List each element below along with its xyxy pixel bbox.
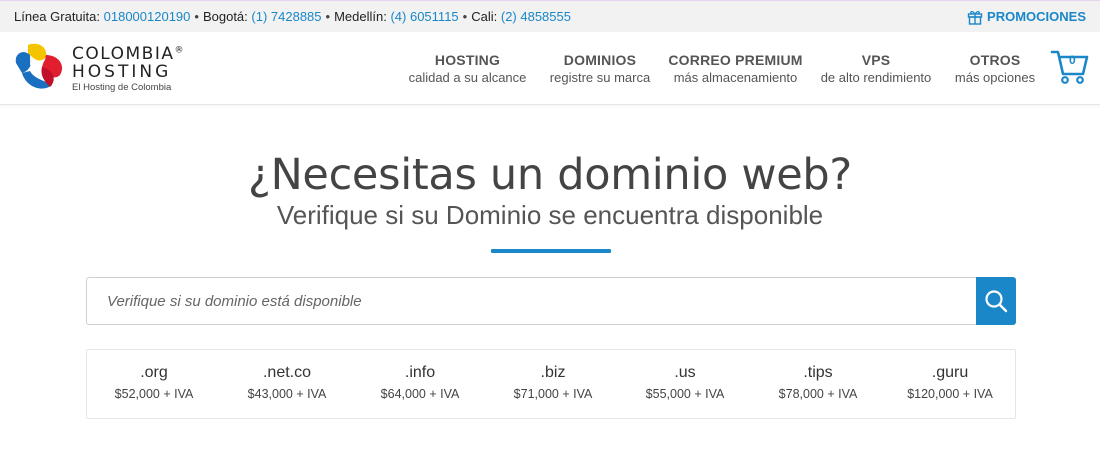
colombia-hosting-logo-icon — [15, 43, 63, 89]
tld-price: $55,000 + IVA — [645, 387, 725, 401]
page-subtitle: Verifique si su Dominio se encuentra dis… — [276, 200, 824, 230]
gift-icon — [967, 10, 983, 25]
cart-count: 0 — [1069, 53, 1076, 67]
nav-title: DOMINIOS — [563, 52, 637, 68]
nav-subtitle: de alto rendimiento — [820, 70, 932, 85]
promotions-label: PROMOCIONES — [987, 9, 1086, 24]
tld-name: .guru — [931, 364, 969, 381]
tld-name: .biz — [540, 364, 566, 381]
nav-subtitle: calidad a su alcance — [408, 70, 527, 85]
tld-name: .tips — [803, 364, 833, 381]
title-underline — [491, 249, 611, 253]
tld-name: .net.co — [262, 364, 312, 381]
page-title: ¿Necesitas un dominio web? — [248, 150, 852, 200]
separator: • — [325, 9, 331, 24]
cart-button[interactable]: 0 — [1050, 48, 1090, 86]
logo-line1: COLOMBIA — [72, 43, 175, 64]
nav-correo-premium[interactable]: CORREO PREMIUM más almacenamiento — [668, 32, 803, 105]
contact-label: Medellín: — [334, 9, 387, 24]
tld-item[interactable]: .info $64,000 + IVA — [354, 350, 486, 418]
nav-dominios[interactable]: DOMINIOS registre su marca — [545, 32, 655, 105]
search-icon — [985, 290, 1008, 313]
logo[interactable]: COLOMBIA® HOSTING El Hosting de Colombia — [12, 40, 202, 98]
tld-item[interactable]: .guru $120,000 + IVA — [884, 350, 1016, 418]
nav-vps[interactable]: VPS de alto rendimiento — [816, 32, 936, 105]
promotions-link[interactable]: PROMOCIONES — [967, 9, 1086, 25]
contact-phone[interactable]: 018000120190 — [104, 9, 191, 24]
contact-label: Bogotá: — [202, 9, 248, 24]
tld-item[interactable]: .org $52,000 + IVA — [88, 350, 220, 418]
separator: • — [194, 9, 199, 24]
tld-item[interactable]: .us $55,000 + IVA — [619, 350, 751, 418]
nav-subtitle: registre su marca — [549, 70, 651, 85]
tld-price: $64,000 + IVA — [380, 387, 460, 401]
search-button[interactable] — [976, 277, 1016, 325]
tld-name: .us — [674, 364, 696, 381]
tld-price: $71,000 + IVA — [513, 387, 593, 401]
contact-phone[interactable]: (4) 6051115 — [390, 9, 458, 24]
registered-mark: ® — [174, 45, 185, 56]
logo-text: COLOMBIA® HOSTING El Hosting de Colombia — [72, 43, 185, 93]
tld-item[interactable]: .tips $78,000 + IVA — [752, 350, 884, 418]
nav-title: HOSTING — [434, 52, 501, 68]
nav-subtitle: más opciones — [954, 70, 1036, 85]
nav-subtitle: más almacenamiento — [673, 70, 798, 85]
domain-search-input[interactable] — [86, 277, 976, 325]
nav-title: VPS — [861, 52, 891, 68]
tld-item[interactable]: .biz $71,000 + IVA — [487, 350, 619, 418]
tld-name: .info — [404, 364, 436, 381]
tld-price: $43,000 + IVA — [247, 387, 327, 401]
tld-name: .org — [140, 364, 168, 381]
main-header: COLOMBIA® HOSTING El Hosting de Colombia… — [0, 32, 1100, 105]
logo-line2: HOSTING — [72, 61, 172, 82]
tld-item[interactable]: .net.co $43,000 + IVA — [221, 350, 353, 418]
contact-label: Línea Gratuita: — [14, 9, 100, 24]
nav-hosting[interactable]: HOSTING calidad a su alcance — [405, 32, 530, 105]
separator: • — [462, 9, 468, 24]
tld-price: $52,000 + IVA — [114, 387, 194, 401]
tld-price: $78,000 + IVA — [778, 387, 858, 401]
nav-title: CORREO PREMIUM — [668, 52, 803, 68]
contact-phone[interactable]: (1) 7428885 — [251, 9, 321, 24]
tld-price-list: .org $52,000 + IVA .net.co $43,000 + IVA… — [86, 349, 1016, 419]
contact-phone[interactable]: (2) 4858555 — [501, 9, 571, 24]
top-contact-bar: Línea Gratuita: 018000120190 • Bogotá: (… — [0, 0, 1100, 32]
contact-label: Cali: — [471, 9, 498, 24]
nav-title: OTROS — [969, 52, 1021, 68]
logo-tagline: El Hosting de Colombia — [72, 81, 172, 93]
nav-otros[interactable]: OTROS más opciones — [950, 32, 1040, 105]
tld-price: $120,000 + IVA — [907, 387, 993, 401]
